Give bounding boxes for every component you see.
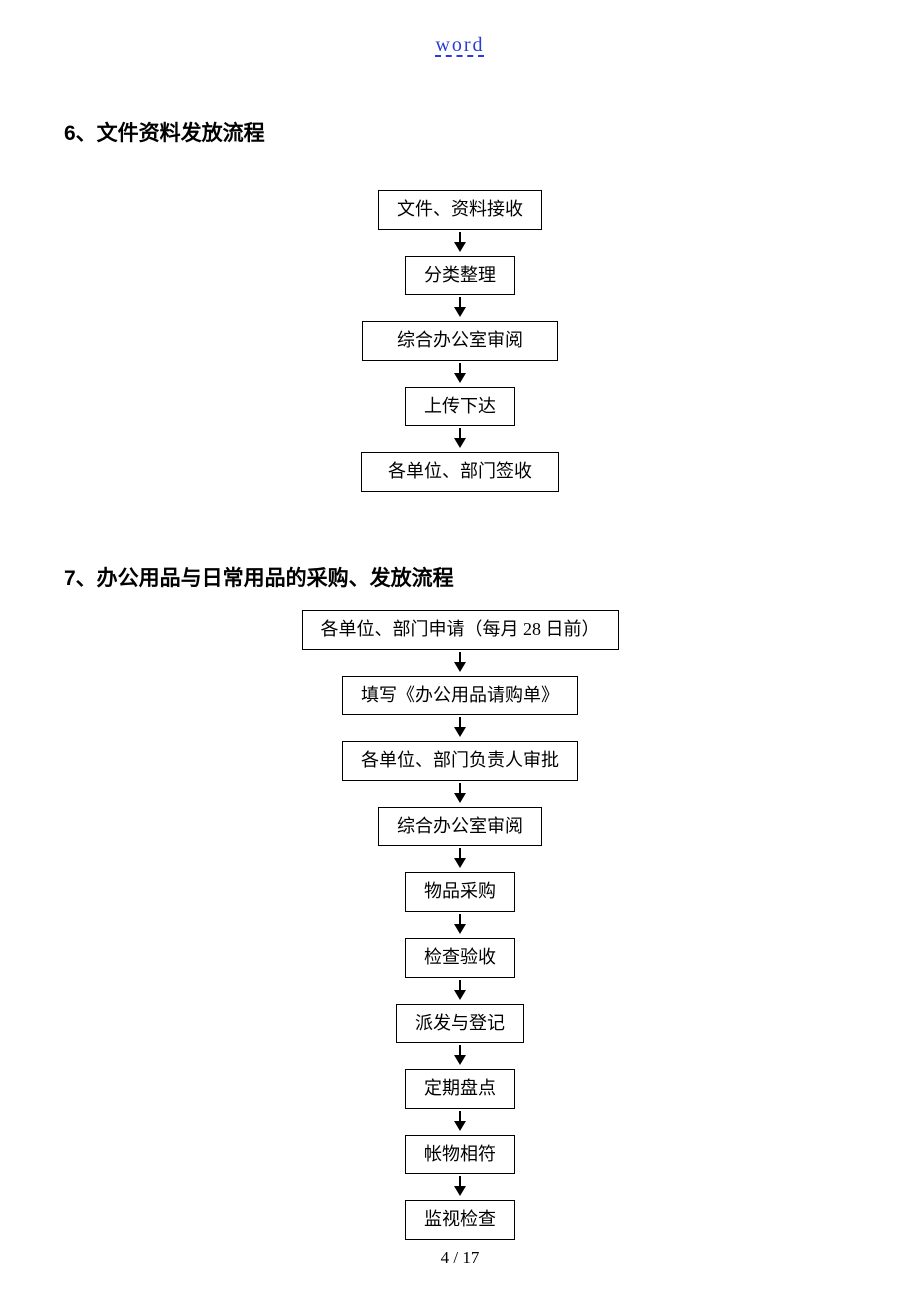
flow-node: 文件、资料接收 <box>378 190 542 230</box>
arrow-down-icon <box>459 297 461 315</box>
arrow-down-icon <box>459 1045 461 1063</box>
flow-node: 分类整理 <box>405 256 515 296</box>
arrow-down-icon <box>459 1176 461 1194</box>
flow-node: 监视检查 <box>405 1200 515 1240</box>
arrow-down-icon <box>459 848 461 866</box>
flow-node: 派发与登记 <box>396 1004 524 1044</box>
arrow-down-icon <box>459 783 461 801</box>
arrow-down-icon <box>459 1111 461 1129</box>
flow-node: 定期盘点 <box>405 1069 515 1109</box>
section-7-title: 7、办公用品与日常用品的采购、发放流程 <box>64 562 454 592</box>
arrow-down-icon <box>459 363 461 381</box>
page-number: 4 / 17 <box>0 1248 920 1268</box>
flowchart-7: 各单位、部门申请（每月 28 日前） 填写《办公用品请购单》 各单位、部门负责人… <box>0 610 920 1240</box>
flow-node: 填写《办公用品请购单》 <box>342 676 578 716</box>
arrow-down-icon <box>459 717 461 735</box>
flow-node: 上传下达 <box>405 387 515 427</box>
arrow-down-icon <box>459 232 461 250</box>
flow-node: 各单位、部门申请（每月 28 日前） <box>302 610 619 650</box>
flow-node: 综合办公室审阅 <box>378 807 542 847</box>
section-6-title: 6、文件资料发放流程 <box>64 117 265 147</box>
arrow-down-icon <box>459 980 461 998</box>
arrow-down-icon <box>459 428 461 446</box>
flow-node: 综合办公室审阅 <box>362 321 558 361</box>
arrow-down-icon <box>459 914 461 932</box>
flowchart-6: 文件、资料接收 分类整理 综合办公室审阅 上传下达 各单位、部门签收 <box>0 190 920 492</box>
arrow-down-icon <box>459 652 461 670</box>
flow-node: 各单位、部门负责人审批 <box>342 741 578 781</box>
flow-node: 各单位、部门签收 <box>361 452 559 492</box>
header-link[interactable]: word <box>0 34 920 57</box>
flow-node: 物品采购 <box>405 872 515 912</box>
flow-node: 检查验收 <box>405 938 515 978</box>
flow-node: 帐物相符 <box>405 1135 515 1175</box>
